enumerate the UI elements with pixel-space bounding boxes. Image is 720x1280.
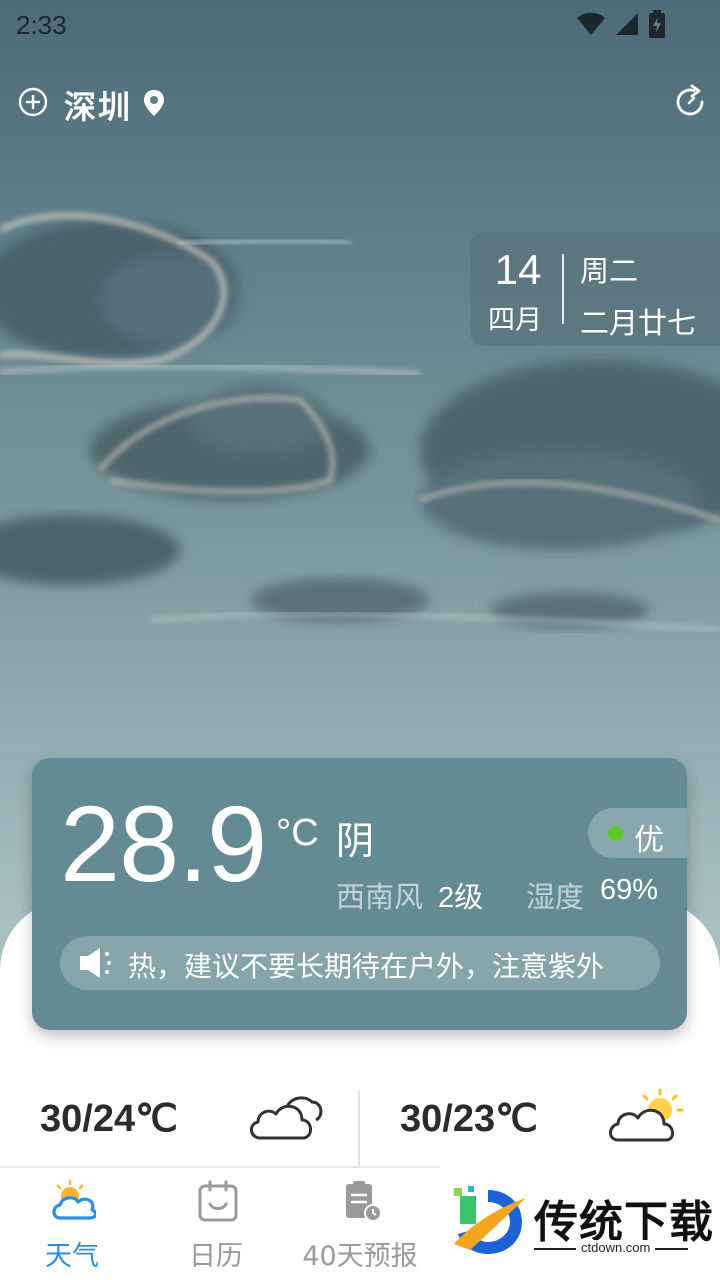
- watermark-logo-icon: [454, 1186, 526, 1254]
- signal-icon: [616, 13, 638, 35]
- location-pin-icon: [144, 90, 164, 116]
- watermark: 传统下载 ctdown.com: [446, 1180, 720, 1280]
- date-card[interactable]: 14 四月 周二 二月廿七: [470, 232, 720, 346]
- forecast-tomorrow-temp: 30/23℃: [400, 1098, 538, 1140]
- temperature-unit: °C: [276, 812, 319, 854]
- humidity-value: 69%: [600, 874, 659, 906]
- refresh-icon[interactable]: [672, 84, 708, 120]
- date-divider: [562, 254, 564, 324]
- status-bar: 2:33: [0, 0, 720, 50]
- nav-label-40day-forecast: 40天预报: [302, 1241, 418, 1272]
- city-name[interactable]: 深圳: [64, 82, 132, 128]
- nav-tab-weather[interactable]: 天气: [2, 1168, 142, 1280]
- forecast-today-temp: 30/24℃: [40, 1098, 178, 1140]
- aqi-badge[interactable]: 优: [588, 808, 687, 858]
- nav-label-weather: 天气: [45, 1241, 99, 1272]
- status-time: 2:33: [16, 10, 67, 40]
- plus-circle-icon[interactable]: [18, 87, 48, 117]
- wind-direction: 西南风: [336, 880, 424, 914]
- header: 深圳: [0, 78, 720, 128]
- date-lunar: 二月廿七: [580, 306, 697, 340]
- nav-tab-calendar[interactable]: 日历: [146, 1168, 286, 1280]
- bottom-navigation: 天气 日历 40天预报: [0, 1168, 440, 1280]
- speaker-icon: [80, 948, 111, 978]
- weather-tip-text: 热，建议不要长期待在户外，注意紫外: [128, 950, 605, 983]
- partly-cloudy-sun-icon: [609, 1088, 684, 1142]
- wifi-icon: [577, 12, 605, 35]
- calendar-icon: [198, 1180, 238, 1222]
- date-weekday: 周二: [580, 254, 639, 288]
- aqi-label: 优: [634, 823, 664, 858]
- watermark-url: ctdown.com: [576, 1240, 656, 1255]
- weather-condition: 阴: [336, 819, 375, 863]
- date-day: 14: [494, 246, 542, 293]
- forecast-divider: [358, 1090, 360, 1166]
- aqi-status-dot: [608, 826, 623, 841]
- humidity-label: 湿度: [526, 880, 585, 914]
- forecast-clipboard-icon: [346, 1181, 382, 1222]
- current-weather-card[interactable]: 28.9 °C 阴 优 西南风 2级 湿度 69% 热，建议不要长期待在户外，注…: [32, 758, 687, 1030]
- cloudy-icon: [250, 1096, 323, 1140]
- nav-tab-40day-forecast[interactable]: 40天预报: [290, 1168, 430, 1280]
- battery-charging-icon: [649, 10, 665, 38]
- daily-forecast-row: 30/24℃ 30/23℃: [0, 1080, 720, 1166]
- current-temperature: 28.9: [60, 783, 267, 904]
- weather-icon: [52, 1180, 96, 1220]
- weather-tip-bar[interactable]: 热，建议不要长期待在户外，注意紫外: [60, 936, 660, 990]
- nav-label-calendar: 日历: [189, 1241, 243, 1272]
- wind-level: 2级: [438, 882, 484, 914]
- date-month: 四月: [488, 305, 542, 336]
- status-icons: [576, 10, 666, 38]
